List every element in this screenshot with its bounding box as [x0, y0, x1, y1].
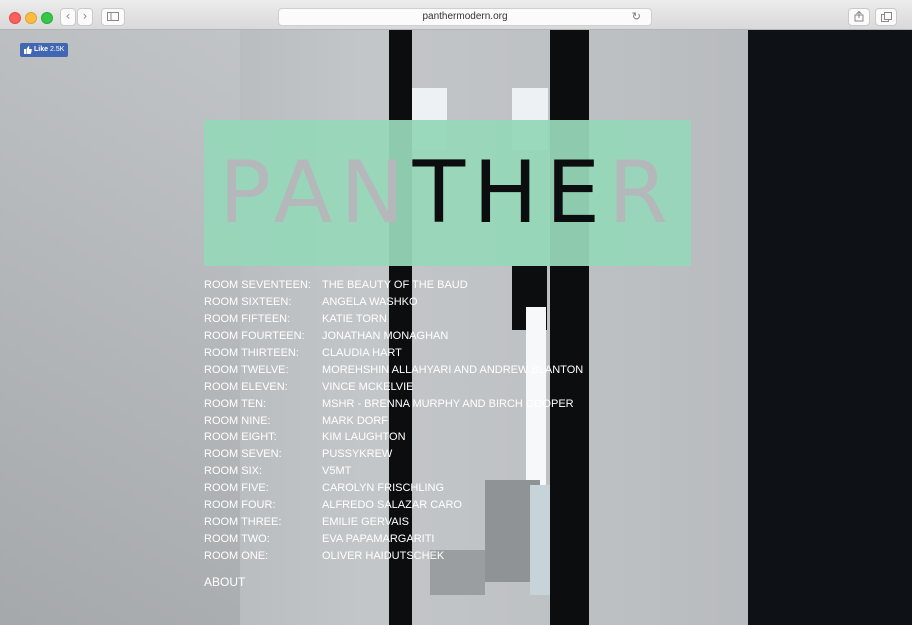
page-viewport: Like 2.5K PAN THE R ROOM SEVENTEEN: THE BEA… — [0, 30, 912, 625]
room-link[interactable]: ROOM ELEVEN: VINCE MCKELVIE — [204, 378, 583, 395]
room-number: ROOM EIGHT: — [204, 431, 277, 444]
sidebar-icon — [107, 12, 119, 21]
reload-icon[interactable]: ↻ — [632, 9, 641, 25]
close-window-button[interactable] — [9, 12, 21, 24]
facebook-like-button[interactable]: Like 2.5K — [20, 43, 69, 57]
room-link[interactable]: ROOM ONE: OLIVER HAIDUTSCHEK — [204, 547, 583, 564]
room-link[interactable]: ROOM SIX: V5MT — [204, 463, 583, 480]
room-artist: ALFREDO SALAZAR CARO — [322, 499, 462, 512]
room-number: ROOM TWELVE: — [204, 363, 289, 376]
room-link[interactable]: ROOM THREE: EMILIE GERVAIS — [204, 513, 583, 530]
room-link[interactable]: ROOM THIRTEEN: CLAUDIA HART — [204, 345, 583, 362]
room-link[interactable]: ROOM FIVE: CAROLYN FRISCHLING — [204, 480, 583, 497]
room-number: ROOM THIRTEEN: — [204, 347, 299, 359]
room-number: ROOM SIXTEEN: — [204, 296, 292, 309]
room-number: ROOM THREE: — [204, 515, 282, 528]
room-number: ROOM FIFTEEN: — [204, 313, 291, 326]
like-count: 2.5K — [50, 46, 65, 53]
about-link[interactable]: ABOUT — [204, 575, 245, 589]
room-artist: CAROLYN FRISCHLING — [322, 482, 445, 495]
room-artist: KATIE TORN — [322, 313, 387, 326]
room-artist: ANGELA WASHKO — [322, 296, 418, 309]
room-link[interactable]: ROOM SEVEN: PUSSYKREW — [204, 446, 583, 463]
back-button[interactable]: ‹ — [60, 8, 76, 26]
logo-text-part-2: THE — [412, 143, 609, 243]
room-link[interactable]: ROOM TWELVE: MOREHSHIN ALLAHYARI AND ANDR… — [204, 361, 583, 378]
forward-button[interactable]: › — [77, 8, 93, 26]
room-artist: THE BEAUTY OF THE BAUD — [322, 279, 468, 292]
room-artist: PUSSYKREW — [322, 448, 393, 461]
room-menu: ROOM SEVENTEEN: THE BEAUTY OF THE BAUD RO… — [204, 277, 583, 564]
room-number: ROOM NINE: — [204, 414, 271, 427]
panther-logo: PAN THE R — [204, 120, 691, 266]
minimize-window-button[interactable] — [25, 12, 37, 24]
thumbs-up-icon — [24, 46, 32, 54]
room-artist: CLAUDIA HART — [322, 347, 402, 359]
share-button[interactable] — [848, 8, 870, 26]
logo-text-part-3: R — [608, 143, 676, 243]
room-artist: MOREHSHIN ALLAHYARI AND ANDREW BLANTON — [322, 363, 584, 376]
room-link[interactable]: ROOM EIGHT: KIM LAUGHTON — [204, 429, 583, 446]
url-text: panthermodern.org — [422, 11, 508, 22]
room-artist: OLIVER HAIDUTSCHEK — [322, 549, 445, 562]
room-link[interactable]: ROOM FOURTEEN: JONATHAN MONAGHAN — [204, 328, 583, 345]
room-link[interactable]: ROOM TWO: EVA PAPAMARGARITI — [204, 530, 583, 547]
room-link[interactable]: ROOM SIXTEEN: ANGELA WASHKO — [204, 294, 583, 311]
room-number: ROOM SIX: — [204, 465, 263, 478]
room-link[interactable]: ROOM TEN: MSHR - BRENNA MURPHY AND BIRCH … — [204, 395, 583, 412]
show-tabs-button[interactable] — [875, 8, 897, 26]
like-label: Like — [34, 46, 49, 53]
room-number: ROOM SEVENTEEN: — [204, 279, 311, 292]
room-artist: V5MT — [322, 465, 352, 478]
room-number: ROOM ONE: — [204, 549, 269, 562]
room-number: ROOM FOURTEEN: — [204, 330, 305, 343]
room-number: ROOM SEVEN: — [204, 448, 282, 461]
room-link[interactable]: ROOM NINE: MARK DORF — [204, 412, 583, 429]
room-number: ROOM FOUR: — [204, 499, 276, 512]
room-artist: VINCE MCKELVIE — [322, 380, 414, 393]
room-number: ROOM FIVE: — [204, 482, 269, 495]
logo-text-part-1: PAN — [219, 143, 413, 243]
sidebar-toggle-button[interactable] — [101, 8, 125, 26]
dark-wall — [748, 30, 912, 625]
logo-text: PAN THE R — [204, 120, 691, 266]
room-link[interactable]: ROOM FIFTEEN: KATIE TORN — [204, 311, 583, 328]
room-artist: MARK DORF — [322, 414, 388, 427]
tabs-icon — [880, 12, 892, 22]
fullscreen-window-button[interactable] — [41, 12, 53, 24]
room-number: ROOM ELEVEN: — [204, 380, 288, 393]
address-bar[interactable]: panthermodern.org ↻ — [278, 8, 652, 26]
room-number: ROOM TWO: — [204, 532, 270, 545]
room-artist: JONATHAN MONAGHAN — [322, 330, 449, 343]
browser-toolbar: ‹ › panthermodern.org ↻ — [0, 0, 912, 30]
room-artist: EMILIE GERVAIS — [322, 515, 410, 528]
share-icon — [854, 10, 864, 22]
room-artist: KIM LAUGHTON — [322, 431, 406, 444]
room-artist: EVA PAPAMARGARITI — [322, 532, 435, 545]
room-link[interactable]: ROOM FOUR: ALFREDO SALAZAR CARO — [204, 497, 583, 514]
room-artist: MSHR - BRENNA MURPHY AND BIRCH COOPER — [322, 397, 574, 410]
room-number: ROOM TEN: — [204, 397, 267, 410]
room-link[interactable]: ROOM SEVENTEEN: THE BEAUTY OF THE BAUD — [204, 277, 583, 294]
